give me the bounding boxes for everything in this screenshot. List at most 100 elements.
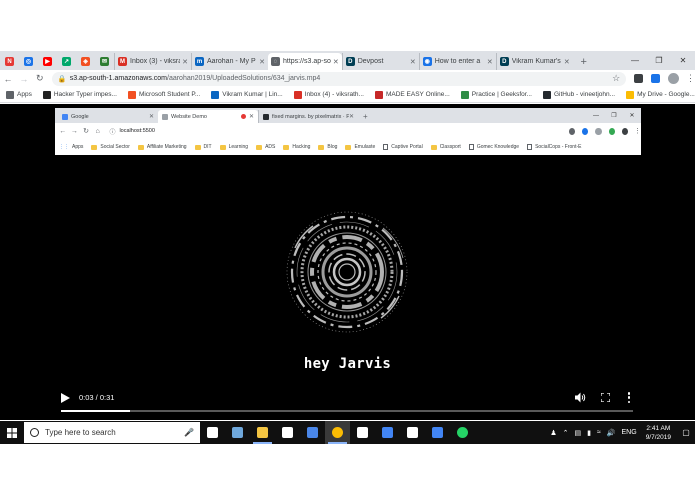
extension-icon[interactable] <box>634 74 644 83</box>
speaker-icon[interactable]: 🔊 <box>607 429 616 437</box>
bookmark-item[interactable]: Inbox (4) - viksrath... <box>293 90 364 99</box>
bookmark-item[interactable]: GitHub - vineetjohn... <box>543 90 615 99</box>
network-icon[interactable]: ▤ <box>574 429 581 437</box>
address-bar[interactable]: 🔒 s3.ap-south-1.amazonaws.com /aarohan20… <box>51 71 627 86</box>
bookmark-label: Practice | Geeksfor... <box>471 91 532 98</box>
browser-tab[interactable]: m Aarohan - My P ✕ <box>191 53 268 70</box>
close-tab-icon[interactable]: ✕ <box>487 58 493 66</box>
window-controls: — ❐ ✕ <box>623 51 695 70</box>
browser-tab[interactable]: M Inbox (3) - viksra ✕ <box>114 53 191 70</box>
bookmark-item[interactable]: Vikram Kumar | Lin... <box>211 90 283 99</box>
close-window-button[interactable]: ✕ <box>671 51 695 70</box>
taskbar-task-view[interactable] <box>200 421 225 444</box>
recorded-toolbar: ← → ↻ ⌂ ⓘ localhost:5500 ⋮ <box>55 123 641 139</box>
bookmark-label: MADE EASY Online... <box>385 91 450 98</box>
snip-tool-icon <box>382 427 393 438</box>
browser-tab[interactable]: ◈ <box>76 53 95 70</box>
people-icon[interactable]: ♟ <box>550 429 556 437</box>
recorded-window-controls: — ❐ ✕ <box>587 108 641 123</box>
restore-button[interactable]: ❐ <box>647 51 671 70</box>
microphone-icon[interactable]: 🎤 <box>184 428 194 437</box>
bookmark-item[interactable]: Microsoft Student P... <box>127 90 201 99</box>
bookmark-item[interactable]: Practice | Geeksfor... <box>460 90 532 99</box>
language-indicator[interactable]: ENG <box>622 429 637 436</box>
recorded-bookmark: Captive Portal <box>383 144 423 150</box>
clock[interactable]: 2:41 AM 9/7/2019 <box>646 424 671 442</box>
browser-tab[interactable]: ◎ <box>19 53 38 70</box>
battery-icon[interactable]: ▮ <box>587 429 591 437</box>
taskbar-vscode-app[interactable] <box>400 421 425 444</box>
tab-favicon-icon: D <box>345 57 355 66</box>
play-icon[interactable] <box>61 393 70 403</box>
windows-taskbar: Type here to search 🎤 ♟ ⌃ ▤ ▮ ≈ 🔊 ENG 2:… <box>0 421 695 444</box>
taskbar-file-explorer[interactable] <box>250 421 275 444</box>
bookmark-item[interactable]: MADE EASY Online... <box>374 90 450 99</box>
browser-menu-icon[interactable]: ⋮ <box>686 73 695 84</box>
show-hidden-icons[interactable]: ⌃ <box>563 429 569 437</box>
taskbar-notepad-app[interactable] <box>350 421 375 444</box>
recorded-address-bar: ⓘ localhost:5500 <box>106 126 463 137</box>
taskbar-office-app[interactable] <box>300 421 325 444</box>
wifi-icon[interactable]: ≈ <box>597 429 601 436</box>
taskbar-search[interactable]: Type here to search 🎤 <box>24 422 200 443</box>
video-player[interactable]: Google ✕ Website Demo ✕ fixed margins. by pi… <box>0 104 695 420</box>
taskbar-snip-tool[interactable] <box>375 421 400 444</box>
browser-tab[interactable]: ◌ https://s3.ap-so ✕ <box>268 53 342 70</box>
fullscreen-icon[interactable] <box>601 393 610 402</box>
store-icon <box>282 427 293 438</box>
tab-favicon-icon: D <box>499 57 509 66</box>
browser-tab[interactable]: ◉ How to enter a ✕ <box>418 53 496 70</box>
extension-icon[interactable] <box>651 74 661 83</box>
recorded-extension-icon <box>608 127 615 135</box>
browser-tab[interactable]: N <box>0 53 19 70</box>
profile-avatar[interactable] <box>668 73 680 84</box>
forward-button[interactable]: → <box>16 70 32 87</box>
browser-tab[interactable]: D Devpost ✕ <box>341 53 419 70</box>
taskbar-paint-app[interactable] <box>225 421 250 444</box>
page-icon <box>527 144 533 150</box>
taskbar-store[interactable] <box>275 421 300 444</box>
microsoft-icon <box>127 90 136 99</box>
browser-tab[interactable]: ↗ <box>57 53 76 70</box>
clock-time: 2:41 AM <box>646 424 671 432</box>
tab-favicon-icon: ◈ <box>81 57 90 66</box>
bookmark-item[interactable]: Apps <box>6 90 32 99</box>
recorded-tab-favicon-icon <box>62 113 68 120</box>
close-tab-icon[interactable]: ✕ <box>564 58 570 66</box>
recorded-bookmark-label: Hacking <box>292 144 311 150</box>
taskbar-word-app[interactable] <box>425 421 450 444</box>
more-options-icon[interactable] <box>627 392 631 403</box>
bookmark-label: My Drive - Google... <box>637 91 695 98</box>
bookmark-item[interactable]: Hacker Typer impes... <box>42 90 117 99</box>
close-tab-icon[interactable]: ✕ <box>333 58 339 66</box>
taskbar-chrome[interactable] <box>325 421 350 444</box>
start-button[interactable] <box>0 421 24 444</box>
folder-icon <box>91 144 98 150</box>
browser-tab[interactable]: D Vikram Kumar's ✕ <box>495 53 573 70</box>
recorded-new-tab-icon: + <box>363 112 368 121</box>
bookmark-item[interactable]: My Drive - Google... <box>626 90 695 99</box>
system-tray: ♟ ⌃ ▤ ▮ ≈ 🔊 ENG 2:41 AM 9/7/2019 ▢ <box>547 421 695 444</box>
cortana-icon <box>30 428 39 437</box>
volume-icon[interactable] <box>575 392 586 403</box>
file-explorer-icon <box>257 427 268 438</box>
tab-favicon-icon: ◌ <box>271 57 280 66</box>
recorded-bookmark-label: ADS <box>265 144 276 150</box>
taskbar-whatsapp[interactable] <box>450 421 475 444</box>
browser-tab[interactable]: ▶ <box>38 53 57 70</box>
browser-tab[interactable]: ✉ <box>95 53 114 70</box>
video-caption: hey Jarvis <box>303 356 392 372</box>
new-tab-button[interactable]: + <box>577 53 591 70</box>
word-app-icon <box>432 427 443 438</box>
recorded-bookmark: Social Sector <box>91 144 130 150</box>
video-progress-bar[interactable] <box>61 410 633 412</box>
close-tab-icon[interactable]: ✕ <box>182 58 188 66</box>
close-tab-icon[interactable]: ✕ <box>410 58 416 66</box>
reload-button[interactable]: ↻ <box>32 70 48 87</box>
notification-icon[interactable]: ▢ <box>677 421 695 444</box>
bookmark-star-icon[interactable]: ☆ <box>612 73 620 84</box>
bookmark-label: Microsoft Student P... <box>138 91 201 98</box>
minimize-button[interactable]: — <box>623 51 647 70</box>
back-button[interactable]: ← <box>0 70 16 87</box>
close-tab-icon[interactable]: ✕ <box>259 58 265 66</box>
